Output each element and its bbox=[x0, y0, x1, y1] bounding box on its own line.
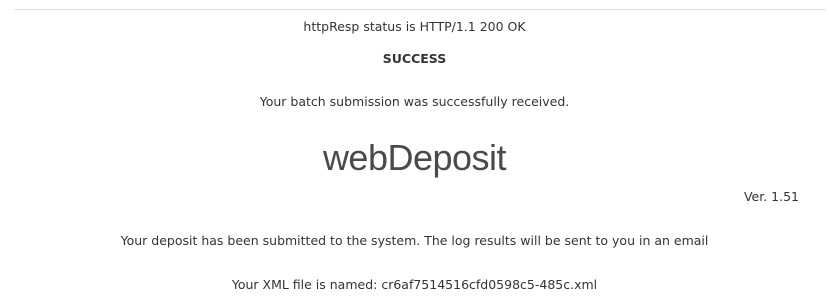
deposit-message: Your deposit has been submitted to the s… bbox=[120, 233, 709, 248]
top-divider bbox=[14, 9, 826, 10]
xml-filename-message: Your XML file is named: cr6af7514516cfd0… bbox=[231, 277, 598, 292]
received-message: Your batch submission was successfully r… bbox=[259, 94, 570, 109]
version-label: Ver. 1.51 bbox=[743, 189, 799, 204]
success-heading: SUCCESS bbox=[382, 51, 447, 66]
http-status-text: httpResp status is HTTP/1.1 200 OK bbox=[303, 19, 526, 34]
webdeposit-logo: webDeposit bbox=[322, 137, 507, 178]
